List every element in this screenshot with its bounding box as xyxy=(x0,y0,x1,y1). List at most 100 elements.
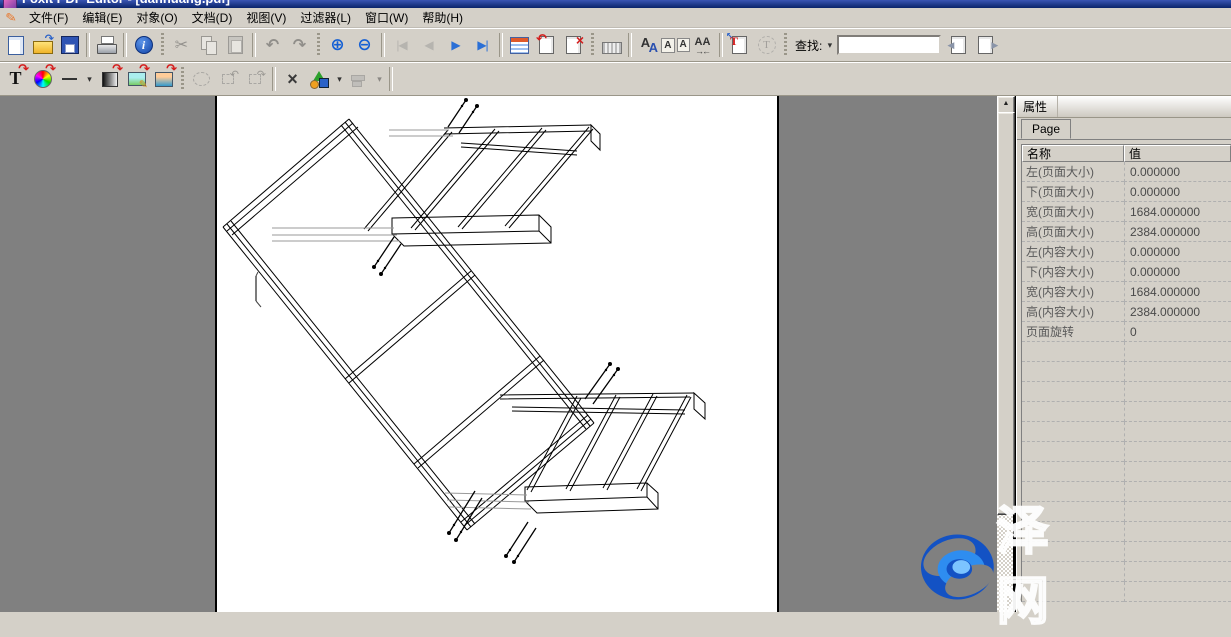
color-wheel-button[interactable]: ↷ xyxy=(29,66,56,92)
zoom-out-button[interactable]: ⊖ xyxy=(351,32,378,58)
find-dropdown-arrow-icon[interactable]: ▾ xyxy=(824,37,835,53)
scrollbar-thumb[interactable] xyxy=(997,112,1015,515)
rotate-left-button[interactable]: ↶ xyxy=(215,66,242,92)
next-page-button[interactable]: ▶ xyxy=(442,32,469,58)
delete-object-button[interactable]: × xyxy=(279,66,306,92)
property-value[interactable]: 1684.000000 xyxy=(1124,282,1231,302)
property-value[interactable]: 2384.000000 xyxy=(1124,222,1231,242)
toolbar-grip[interactable] xyxy=(784,33,787,57)
property-value[interactable]: 0.000000 xyxy=(1124,262,1231,282)
edit-text-button[interactable]: T↷ xyxy=(2,66,29,92)
font-style-button[interactable]: A xyxy=(635,32,662,58)
property-value[interactable]: 0.000000 xyxy=(1124,182,1231,202)
page-layout-button[interactable] xyxy=(506,32,533,58)
toolbar-icon: ▾ xyxy=(337,74,342,85)
first-page-button[interactable]: |◀ xyxy=(388,32,415,58)
toolbar-icon-overlay: ↷ xyxy=(139,64,150,74)
tab-page[interactable]: Page xyxy=(1021,119,1071,139)
property-row[interactable]: 下(内容大小) 0.000000 xyxy=(1022,262,1231,282)
toolbar-grip[interactable] xyxy=(181,67,184,91)
menu-file[interactable]: 文件(F) xyxy=(22,7,75,28)
vertical-scrollbar[interactable]: ▲ xyxy=(997,96,1013,612)
menu-document[interactable]: 文档(D) xyxy=(185,7,240,28)
menu-view[interactable]: 视图(V) xyxy=(239,7,293,28)
property-row[interactable]: 宽(页面大小) 1684.000000 xyxy=(1022,202,1231,222)
edit-image-button[interactable]: ↷ xyxy=(123,66,150,92)
toolbar-grip[interactable] xyxy=(161,33,164,57)
properties-table-body: 左(页面大小) 0.000000 下(页面大小) 0.000000 宽(页面大小… xyxy=(1022,162,1231,602)
delete-page-button[interactable]: × xyxy=(560,32,587,58)
property-row-empty xyxy=(1022,502,1231,522)
toolbar-objects: T↷↷▾↷↷↷↶↷× ▾▾ xyxy=(0,62,1231,96)
text-circle-button[interactable]: T xyxy=(753,32,780,58)
properties-table: 名称 值 左(页面大小) 0.000000 下(页面大小) 0.000000 xyxy=(1021,144,1231,602)
find-input[interactable] xyxy=(837,35,941,55)
last-page-button[interactable]: ▶| xyxy=(469,32,496,58)
property-row[interactable]: 高(内容大小) 2384.000000 xyxy=(1022,302,1231,322)
property-name: 宽(内容大小) xyxy=(1022,282,1124,302)
rotate-right-button[interactable]: ↷ xyxy=(242,66,269,92)
undo-button[interactable]: ↶ xyxy=(259,32,286,58)
toolbar-icon: ✂ xyxy=(175,35,188,55)
find-previous-button[interactable]: ◀ xyxy=(945,32,972,58)
property-value[interactable]: 2384.000000 xyxy=(1124,302,1231,322)
property-row[interactable]: 左(页面大小) 0.000000 xyxy=(1022,162,1231,182)
workspace: ▲ 属性 Page 名称 值 左(页面大小) 0.000000 xyxy=(0,96,1231,612)
property-row[interactable]: 高(页面大小) 2384.000000 xyxy=(1022,222,1231,242)
insert-page-button[interactable]: ↶ xyxy=(533,32,560,58)
align-dropdown[interactable]: ▾ xyxy=(373,66,386,92)
properties-panel-header: 属性 xyxy=(1017,96,1231,118)
line-style-button[interactable] xyxy=(56,66,83,92)
previous-page-button[interactable]: ◀ xyxy=(415,32,442,58)
menu-edit[interactable]: 编辑(E) xyxy=(75,7,129,28)
property-value[interactable]: 0.000000 xyxy=(1124,242,1231,262)
print-button[interactable] xyxy=(93,32,120,58)
line-style-dropdown[interactable]: ▾ xyxy=(83,66,96,92)
property-value[interactable]: 1684.000000 xyxy=(1124,202,1231,222)
find-next-button[interactable]: ▶ xyxy=(972,32,999,58)
toolbar-grip[interactable] xyxy=(591,33,594,57)
copy-button[interactable] xyxy=(195,32,222,58)
property-value[interactable]: 0.000000 xyxy=(1124,162,1231,182)
redo-button[interactable]: ↷ xyxy=(286,32,313,58)
add-text-button[interactable]: T xyxy=(726,32,753,58)
property-value[interactable]: 0 xyxy=(1124,322,1231,342)
menu-object[interactable]: 对象(O) xyxy=(129,7,184,28)
property-row-empty xyxy=(1022,342,1231,362)
property-row[interactable]: 页面旋转 0 xyxy=(1022,322,1231,342)
separator xyxy=(499,33,503,57)
property-row-empty xyxy=(1022,422,1231,442)
toolbar-grip[interactable] xyxy=(317,33,320,57)
document-info-button[interactable]: i xyxy=(130,32,157,58)
zoom-in-button[interactable]: ⊕ xyxy=(324,32,351,58)
column-header-name[interactable]: 名称 xyxy=(1022,145,1124,162)
document-canvas[interactable] xyxy=(0,96,997,612)
new-document-button[interactable] xyxy=(2,32,29,58)
property-row-empty xyxy=(1022,562,1231,582)
property-row[interactable]: 左(内容大小) 0.000000 xyxy=(1022,242,1231,262)
fill-style-button[interactable]: ↷ xyxy=(96,66,123,92)
open-document-button[interactable] xyxy=(29,32,56,58)
menu-help[interactable]: 帮助(H) xyxy=(415,7,470,28)
keyboard-button[interactable] xyxy=(598,32,625,58)
pdf-page[interactable] xyxy=(215,96,779,612)
column-header-value[interactable]: 值 xyxy=(1124,145,1231,162)
shapes-button[interactable] xyxy=(306,66,333,92)
toolbar-icon-overlay: ↷ xyxy=(166,64,177,74)
font-pair-button[interactable]: AA xyxy=(662,32,689,58)
property-name: 高(页面大小) xyxy=(1022,222,1124,242)
font-width-button[interactable]: AA→← xyxy=(689,32,716,58)
select-object-button[interactable] xyxy=(188,66,215,92)
shapes-dropdown[interactable]: ▾ xyxy=(333,66,346,92)
cut-button[interactable]: ✂ xyxy=(168,32,195,58)
property-row[interactable]: 宽(内容大小) 1684.000000 xyxy=(1022,282,1231,302)
find-previous-icon: ◀ xyxy=(947,40,954,50)
menu-filter[interactable]: 过滤器(L) xyxy=(293,7,358,28)
align-button[interactable] xyxy=(346,66,373,92)
save-button[interactable] xyxy=(56,32,83,58)
paste-button[interactable] xyxy=(222,32,249,58)
menu-window[interactable]: 窗口(W) xyxy=(358,7,415,28)
toolbar-icon: A xyxy=(641,35,650,50)
property-row[interactable]: 下(页面大小) 0.000000 xyxy=(1022,182,1231,202)
replace-image-button[interactable]: ↷ xyxy=(150,66,177,92)
